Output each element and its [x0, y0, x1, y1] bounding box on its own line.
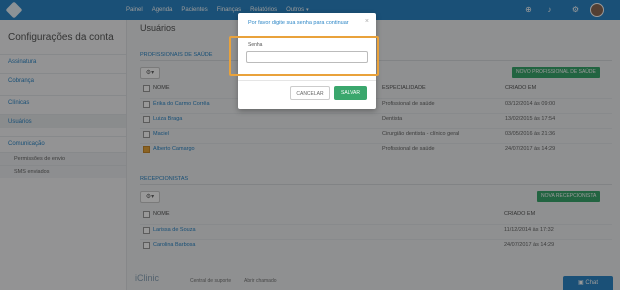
- modal-divider: [238, 80, 376, 81]
- modal-title: Por favor digite sua senha para continua…: [248, 20, 349, 26]
- highlight-frame: [229, 36, 379, 76]
- close-icon[interactable]: ×: [365, 18, 369, 25]
- cancel-button[interactable]: CANCELAR: [290, 86, 330, 100]
- save-button[interactable]: SALVAR: [334, 86, 367, 100]
